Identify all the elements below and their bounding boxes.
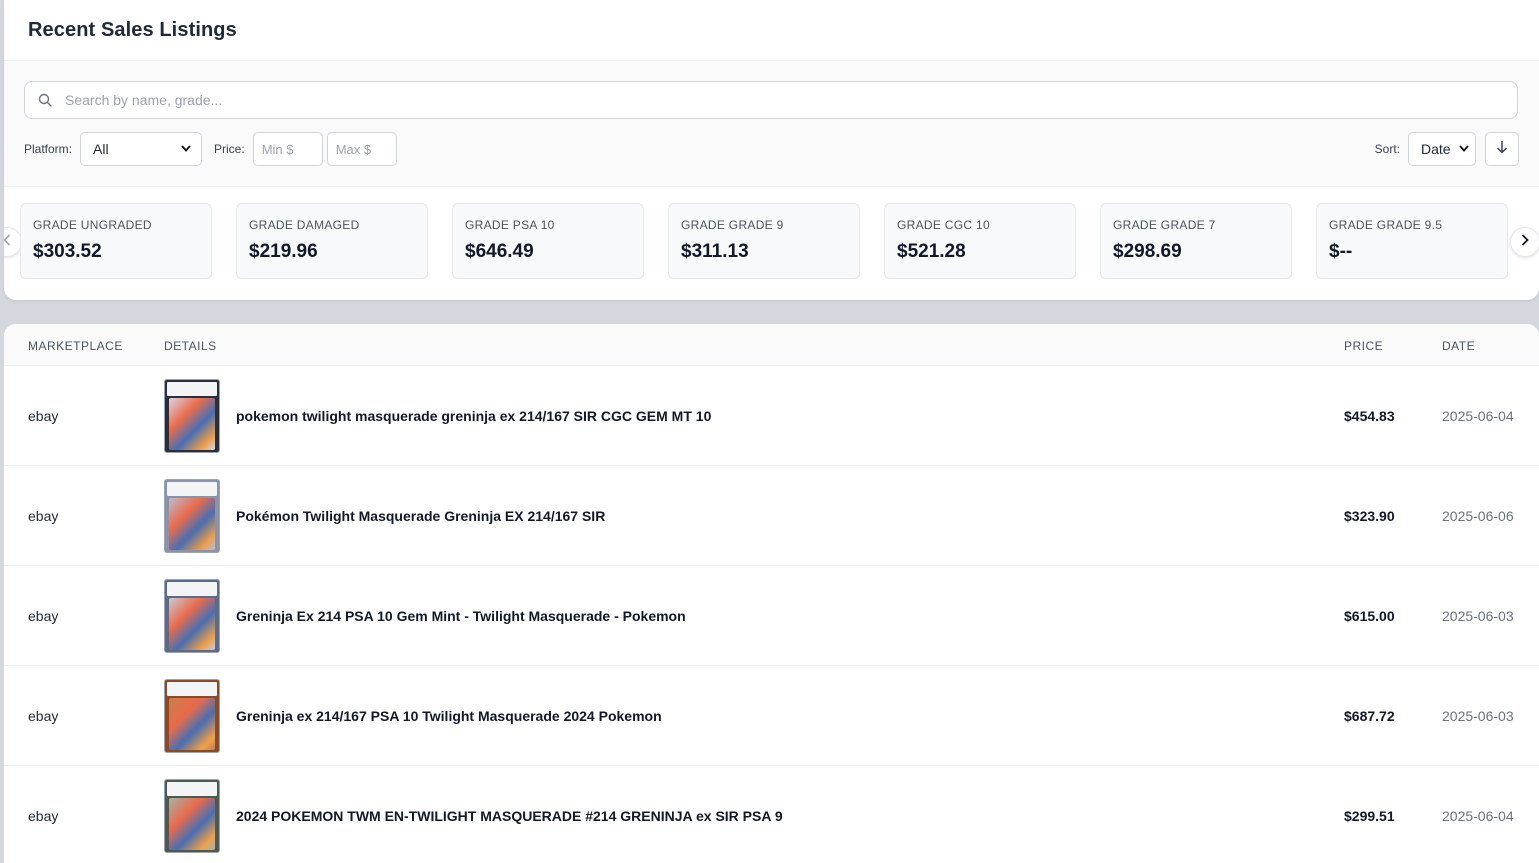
- date-cell: 2025-06-06: [1442, 507, 1514, 524]
- card-thumbnail[interactable]: [164, 778, 220, 853]
- marketplace-cell: ebay: [28, 407, 59, 424]
- listing-title[interactable]: 2024 POKEMON TWM EN-TWILIGHT MASQUERADE …: [236, 808, 783, 824]
- grade-stat-value: $--: [1329, 241, 1353, 262]
- sort-label: Sort:: [1374, 142, 1400, 156]
- grade-stat-value: $521.28: [897, 241, 966, 262]
- column-header-price[interactable]: PRICE: [1344, 339, 1383, 353]
- column-header-marketplace[interactable]: MARKETPLACE: [28, 339, 123, 353]
- date-cell: 2025-06-04: [1442, 807, 1514, 824]
- marketplace-cell: ebay: [28, 707, 59, 724]
- grade-stat-card: GRADE DAMAGED $219.96: [236, 203, 428, 279]
- price-cell: $454.83: [1344, 407, 1395, 424]
- marketplace-cell: ebay: [28, 807, 59, 824]
- table-row[interactable]: ebay Pokémon Twilight Masquerade Greninj…: [4, 466, 1539, 566]
- chevron-right-icon: [1521, 233, 1529, 251]
- card-thumbnail[interactable]: [164, 678, 220, 753]
- card-thumbnail[interactable]: [164, 478, 220, 553]
- grade-stat-label: GRADE GRADE 9: [681, 218, 784, 232]
- price-cell: $323.90: [1344, 507, 1395, 524]
- marketplace-cell: ebay: [28, 607, 59, 624]
- date-cell: 2025-06-03: [1442, 707, 1514, 724]
- sort-select[interactable]: Date: [1408, 132, 1476, 166]
- grade-stat-card: GRADE GRADE 9 $311.13: [668, 203, 860, 279]
- carousel-next-button[interactable]: [1510, 227, 1539, 257]
- marketplace-cell: ebay: [28, 507, 59, 524]
- listing-title[interactable]: Greninja Ex 214 PSA 10 Gem Mint - Twilig…: [236, 608, 686, 624]
- search-icon: [25, 93, 65, 107]
- date-cell: 2025-06-03: [1442, 607, 1514, 624]
- grade-stat-label: GRADE GRADE 7: [1113, 218, 1216, 232]
- grade-stat-value: $646.49: [465, 241, 534, 262]
- platform-label: Platform:: [24, 142, 73, 156]
- min-price-input[interactable]: [252, 132, 323, 166]
- details-cell: Greninja Ex 214 PSA 10 Gem Mint - Twilig…: [164, 566, 686, 665]
- grade-stat-value: $303.52: [33, 241, 102, 262]
- page-title: Recent Sales Listings: [28, 18, 237, 41]
- column-header-details[interactable]: DETAILS: [164, 339, 217, 353]
- listing-title[interactable]: Greninja ex 214/167 PSA 10 Twilight Masq…: [236, 708, 662, 724]
- card-thumbnail[interactable]: [164, 378, 220, 453]
- search-input[interactable]: [65, 82, 1517, 118]
- grade-stats-carousel: GRADE UNGRADED $303.52 GRADE DAMAGED $21…: [4, 187, 1539, 300]
- grade-stat-value: $298.69: [1113, 241, 1182, 262]
- grade-stat-card: GRADE UNGRADED $303.52: [20, 203, 212, 279]
- grade-stat-label: GRADE GRADE 9.5: [1329, 218, 1443, 232]
- price-cell: $299.51: [1344, 807, 1395, 824]
- sort-select-value: Date: [1421, 141, 1451, 157]
- listing-title[interactable]: Pokémon Twilight Masquerade Greninja EX …: [236, 508, 605, 524]
- chevron-left-icon: [4, 233, 11, 251]
- sort-direction-button[interactable]: [1485, 132, 1519, 166]
- platform-select-value: All: [93, 141, 109, 157]
- chevron-down-icon: [1459, 144, 1469, 155]
- grade-stat-label: GRADE PSA 10: [465, 218, 555, 232]
- details-cell: Pokémon Twilight Masquerade Greninja EX …: [164, 466, 605, 565]
- platform-select[interactable]: All: [80, 132, 203, 166]
- grade-stat-label: GRADE DAMAGED: [249, 218, 360, 232]
- column-header-date[interactable]: DATE: [1442, 339, 1475, 353]
- price-cell: $687.72: [1344, 707, 1395, 724]
- table-row[interactable]: ebay 2024 POKEMON TWM EN-TWILIGHT MASQUE…: [4, 766, 1539, 863]
- grade-stat-value: $219.96: [249, 241, 318, 262]
- listings-panel: Recent Sales Listings Platform: All Pric…: [4, 0, 1539, 300]
- panel-header: Recent Sales Listings: [4, 0, 1539, 61]
- filter-bar: Platform: All Price: Sort: Date: [4, 61, 1539, 187]
- chevron-down-icon: [181, 144, 191, 155]
- listing-title[interactable]: pokemon twilight masquerade greninja ex …: [236, 408, 711, 424]
- details-cell: Greninja ex 214/167 PSA 10 Twilight Masq…: [164, 666, 662, 765]
- price-label: Price:: [214, 142, 245, 156]
- grade-stat-card: GRADE PSA 10 $646.49: [452, 203, 644, 279]
- max-price-input[interactable]: [326, 132, 397, 166]
- grade-stat-card: GRADE GRADE 9.5 $--: [1316, 203, 1508, 279]
- table-row[interactable]: ebay pokemon twilight masquerade greninj…: [4, 366, 1539, 466]
- table-header: MARKETPLACE DETAILS PRICE DATE: [4, 324, 1539, 366]
- sales-table: MARKETPLACE DETAILS PRICE DATE ebay poke…: [4, 324, 1539, 863]
- grade-stat-label: GRADE CGC 10: [897, 218, 990, 232]
- details-cell: 2024 POKEMON TWM EN-TWILIGHT MASQUERADE …: [164, 766, 783, 863]
- arrow-down-icon: [1496, 140, 1508, 159]
- grade-stat-label: GRADE UNGRADED: [33, 218, 152, 232]
- table-row[interactable]: ebay Greninja Ex 214 PSA 10 Gem Mint - T…: [4, 566, 1539, 666]
- table-row[interactable]: ebay Greninja ex 214/167 PSA 10 Twilight…: [4, 666, 1539, 766]
- price-cell: $615.00: [1344, 607, 1395, 624]
- grade-stat-value: $311.13: [681, 241, 749, 262]
- grade-stat-card: GRADE GRADE 7 $298.69: [1100, 203, 1292, 279]
- card-thumbnail[interactable]: [164, 578, 220, 653]
- grade-stat-card: GRADE CGC 10 $521.28: [884, 203, 1076, 279]
- details-cell: pokemon twilight masquerade greninja ex …: [164, 366, 711, 465]
- filter-row: Platform: All Price: Sort: Date: [24, 132, 1519, 166]
- date-cell: 2025-06-04: [1442, 407, 1514, 424]
- search-box[interactable]: [24, 81, 1518, 119]
